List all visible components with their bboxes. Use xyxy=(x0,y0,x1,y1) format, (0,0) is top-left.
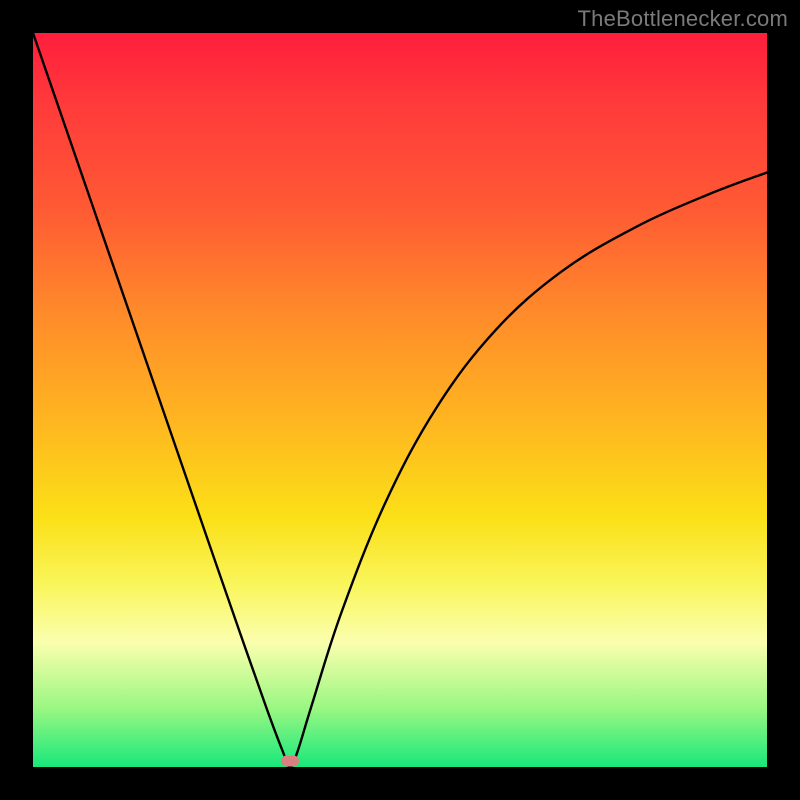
chart-frame: TheBottlenecker.com xyxy=(0,0,800,800)
watermark-text: TheBottlenecker.com xyxy=(578,6,788,32)
optimal-marker xyxy=(281,756,299,767)
bottleneck-curve xyxy=(33,33,767,767)
curve-svg xyxy=(33,33,767,767)
plot-area xyxy=(33,33,767,767)
